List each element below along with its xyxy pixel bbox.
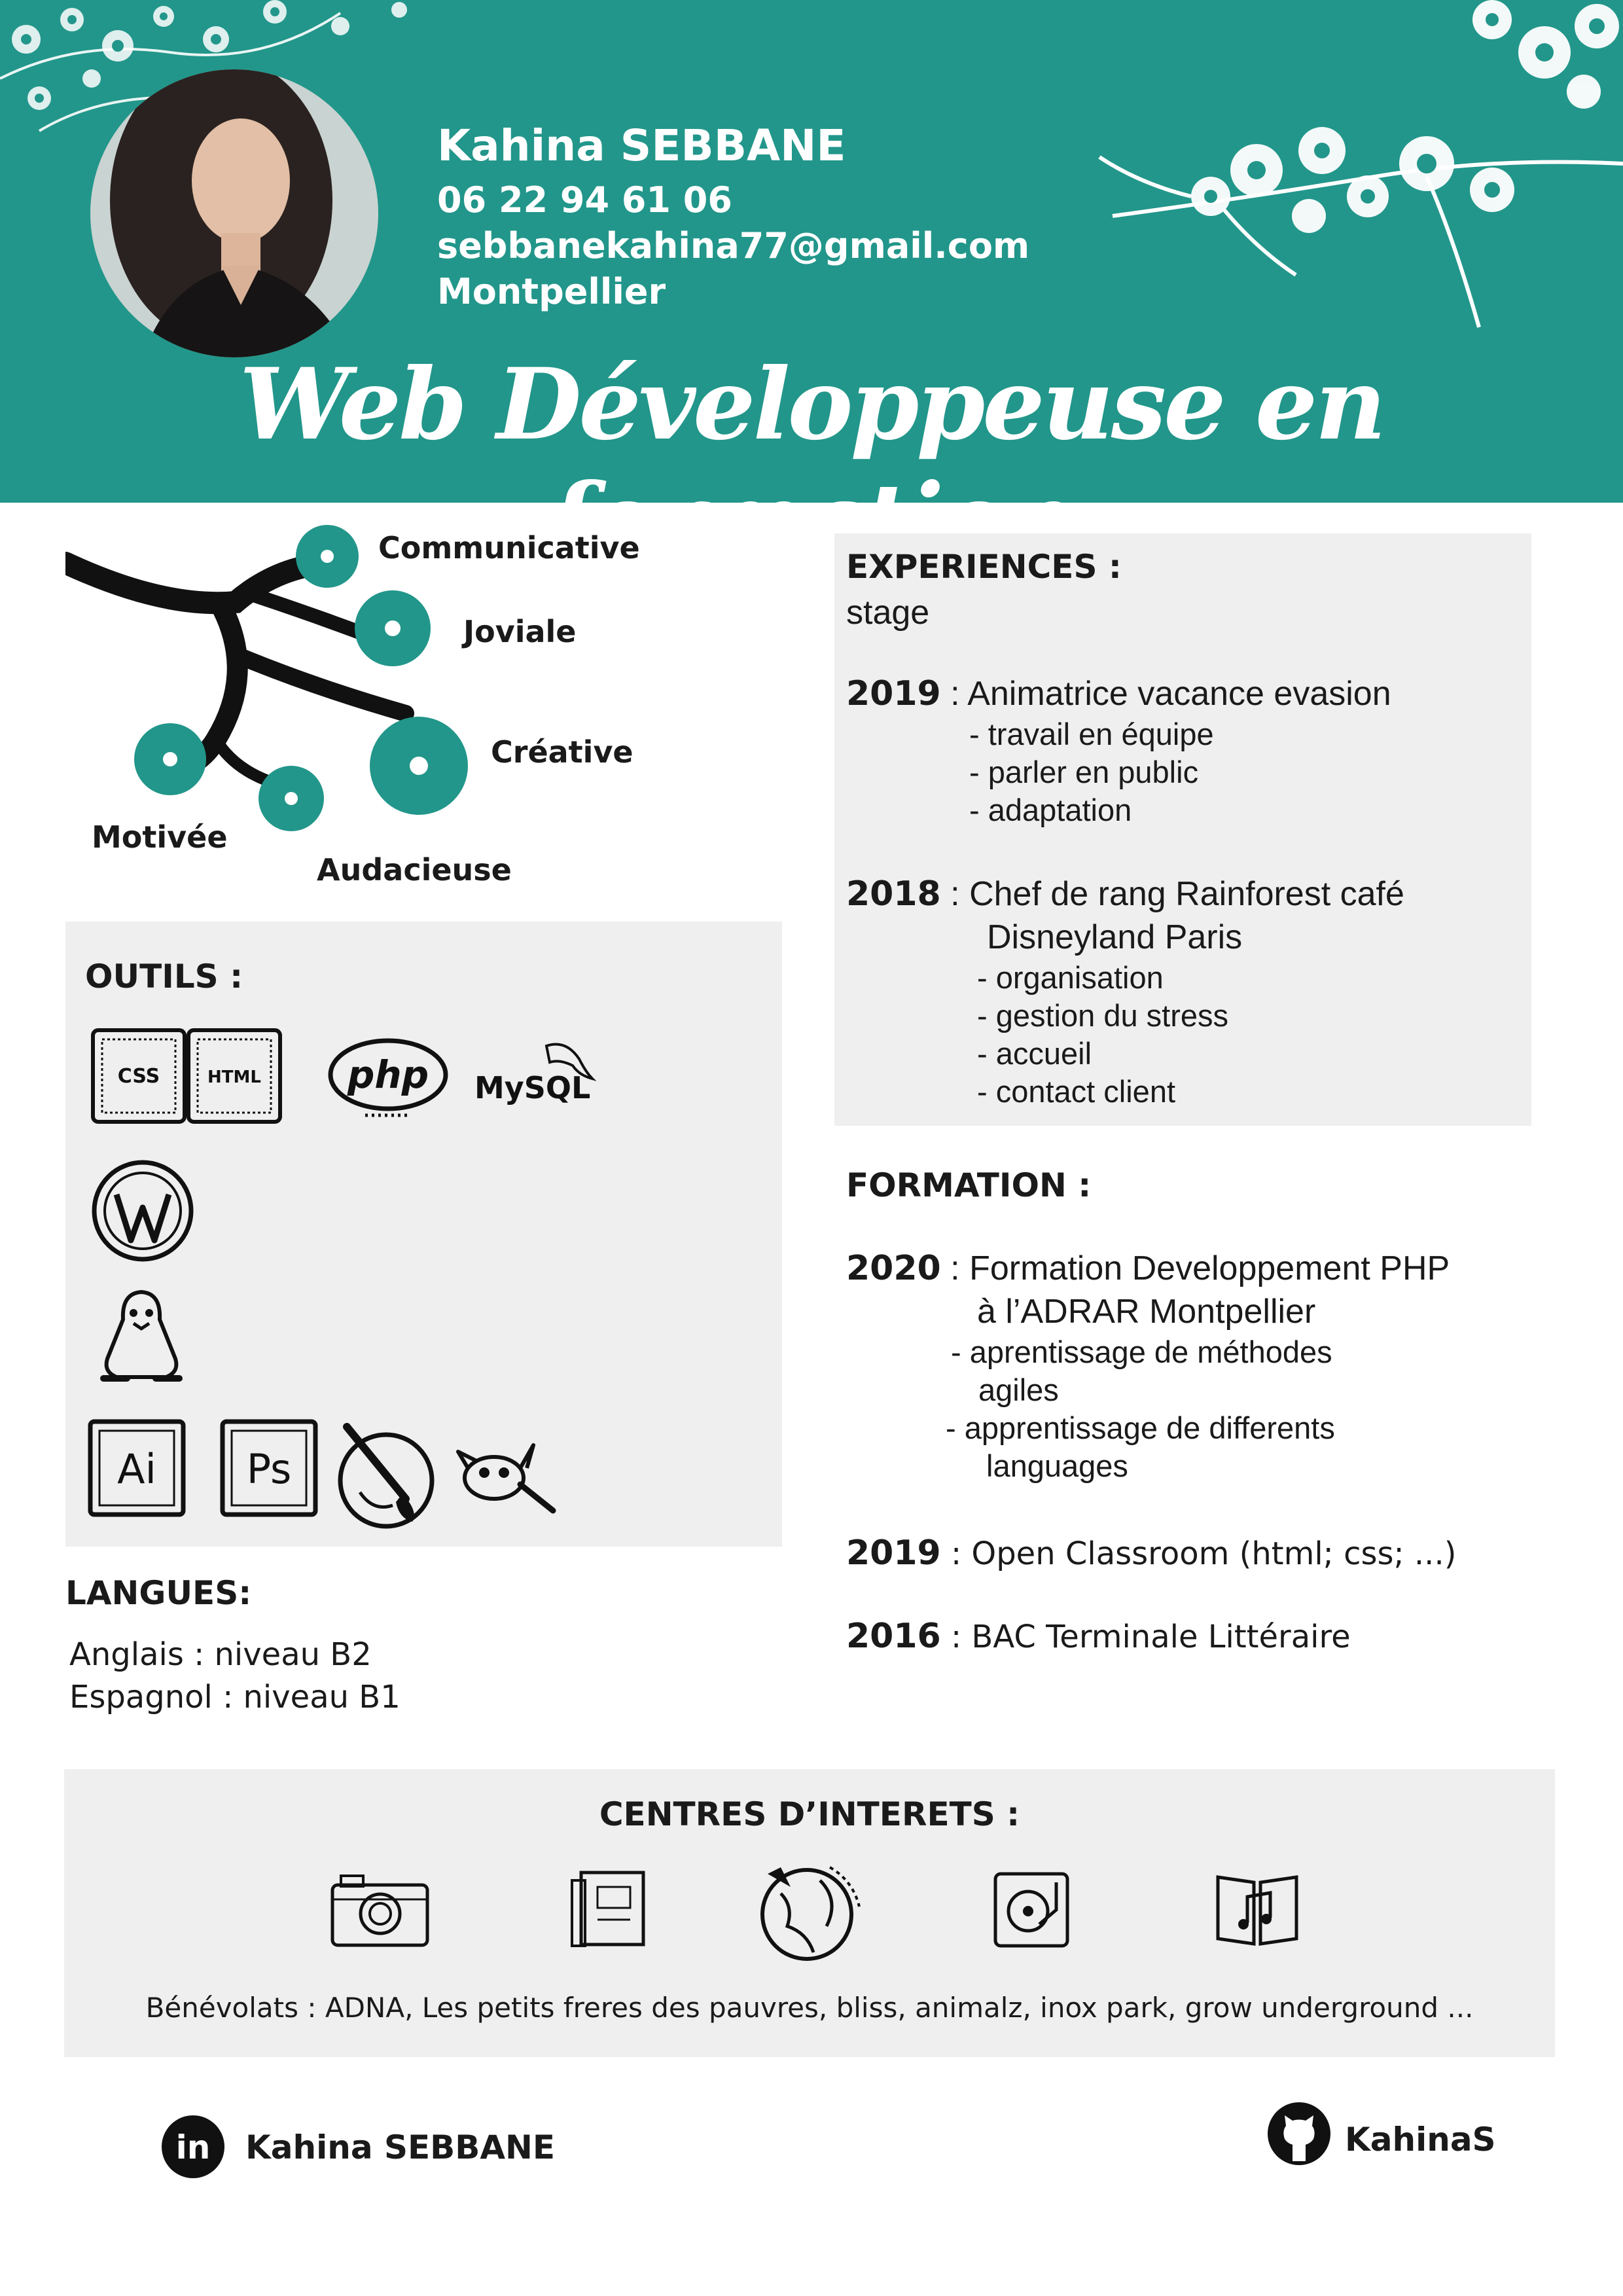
contact-block: Kahina SEBBANE 06 22 94 61 06 sebbanekah… [437,115,1029,315]
profile-photo [90,69,378,357]
formation-title: FORMATION : [846,1166,1092,1204]
svg-text:Ps: Ps [247,1445,292,1493]
experience-task: - adaptation [969,793,1132,827]
experience-task: - accueil [977,1036,1092,1071]
github-username: KahinaS [1345,2121,1496,2159]
experience-task: - contact client [977,1074,1176,1109]
wordpress-icon [92,1160,194,1262]
paint-icon [338,1423,435,1529]
formation-line: : BAC Terminale Littéraire [940,1619,1351,1655]
php-icon: php [328,1038,448,1117]
experience-task: - travail en équipe [969,717,1214,751]
books-icon [571,1871,645,1947]
globe-travel-icon [760,1866,861,1961]
html-icon: HTML [187,1028,282,1124]
gimp-icon [456,1443,556,1514]
formation-line: : Open Classroom (html; css; ...) [940,1535,1457,1572]
svg-text:HTML: HTML [207,1067,261,1087]
langue-espagnol: Espagnol : niveau B1 [69,1679,401,1715]
outils-panel: OUTILS : CSS HTML php MySQL Ai Ps [65,922,782,1547]
header-banner: Kahina SEBBANE 06 22 94 61 06 sebbanekah… [0,0,1623,503]
formation-item: 2019 : Open Classroom (html; css; ...) [846,1532,1456,1575]
svg-text:php: php [347,1052,429,1097]
formation-detail: agiles [978,1372,1059,1407]
experience-task: - gestion du stress [977,998,1229,1033]
linkedin-icon: in [162,2115,224,2178]
svg-text:in: in [176,2128,211,2166]
music-book-icon [1216,1875,1298,1946]
langues-title: LANGUES: [65,1574,252,1612]
email-address[interactable]: sebbanekahina77@gmail.com [437,223,1029,269]
experience-item: 2018 : Chef de rang Rainforest café Disn… [846,872,1404,1111]
job-title: Web Développeuse en formation [239,347,1387,503]
formation-line: : Formation Developpement PHP [940,1249,1450,1287]
quality-creative: Créative [491,734,633,770]
quality-communicative: Communicative [378,530,640,565]
css-icon: CSS [91,1028,187,1124]
formation-line: à l’ADRAR Montpellier [977,1293,1316,1331]
formation-year: 2019 [846,1534,941,1573]
experience-task: - organisation [977,960,1164,995]
experiences-subtitle: stage [846,594,930,632]
svg-text:CSS: CSS [118,1065,160,1088]
tree-branch-illustration [65,525,468,831]
benevolats-text: Bénévolats : ADNA, Les petits freres des… [145,1992,1474,2024]
experiences-title: EXPERIENCES : [846,548,1122,586]
phone-number[interactable]: 06 22 94 61 06 [437,177,1029,223]
linux-icon [100,1289,183,1382]
candidate-name: Kahina SEBBANE [437,120,846,171]
experience-role: : Animatrice vacance evasion [940,675,1391,713]
formation-item: 2020 : Formation Developpement PHP à l’A… [846,1247,1450,1485]
formation-detail: languages [986,1448,1128,1483]
quality-audacieuse: Audacieuse [317,852,512,888]
quality-motivee: Motivée [92,819,228,855]
photoshop-icon: Ps [220,1419,318,1517]
svg-text:Ai: Ai [117,1445,156,1493]
mysql-icon: MySQL [474,1043,597,1105]
outils-title: OUTILS : [85,958,243,996]
experience-item: 2019 : Animatrice vacance evasion - trav… [846,672,1391,829]
interets-title: CENTRES D’INTERETS : [599,1795,1020,1833]
interets-panel: CENTRES D’INTERETS : Bénévolats : ADNA, … [64,1769,1555,2057]
experience-task: - parler en public [969,755,1199,789]
experience-role: : Chef de rang Rainforest café [940,875,1404,913]
langue-anglais: Anglais : niveau B2 [69,1636,372,1673]
experience-year: 2018 [846,874,941,914]
github-icon [1268,2102,1330,2165]
linkedin-name: Kahina SEBBANE [245,2128,556,2166]
experience-role-line: Disneyland Paris [987,918,1243,956]
quality-joviale: Joviale [463,614,577,649]
qualities-tree: Communicative Joviale Créative Motivée A… [65,524,785,890]
camera-icon [330,1874,429,1947]
experience-year: 2019 [846,674,941,713]
illustrator-icon: Ai [88,1419,186,1517]
formation-year: 2016 [846,1617,941,1656]
formation-detail: - apprentissage de differents [946,1410,1335,1445]
formation-item: 2016 : BAC Terminale Littéraire [846,1615,1351,1659]
city: Montpellier [437,271,666,312]
formation-detail: - aprentissage de méthodes [951,1335,1332,1369]
turntable-icon [993,1872,1069,1948]
svg-text:MySQL: MySQL [474,1070,590,1105]
experiences-panel: EXPERIENCES : stage 2019 : Animatrice va… [834,533,1531,1126]
blossom-decoration-right [1098,0,1623,328]
formation-year: 2020 [846,1249,941,1288]
